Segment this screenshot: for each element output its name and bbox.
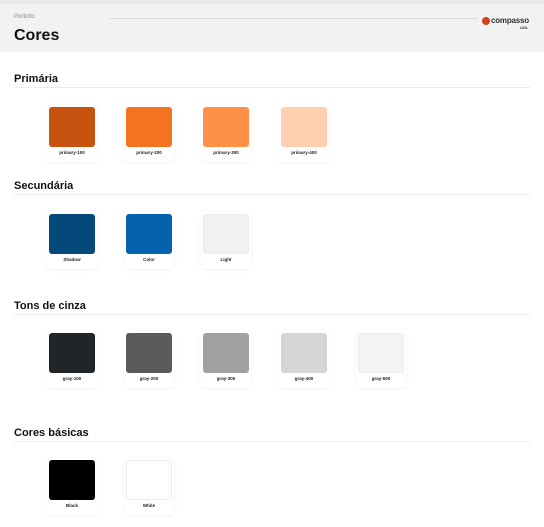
- color-swatch: [49, 214, 95, 254]
- swatch-label: gray-100: [62, 376, 82, 381]
- logo-mark-icon: [482, 17, 490, 25]
- swatch-label: primary-100: [59, 150, 85, 155]
- color-swatch-card[interactable]: primary-200: [124, 105, 174, 162]
- color-swatch-card[interactable]: gray-500: [356, 331, 406, 388]
- swatch-label: primary-200: [136, 150, 162, 155]
- section-title: Tons de cinza: [14, 300, 86, 312]
- page-title: Cores: [14, 27, 60, 44]
- color-swatch: [203, 107, 249, 147]
- color-swatch-card[interactable]: White: [124, 458, 174, 515]
- swatch-label: primary-300: [213, 150, 239, 155]
- section-title: Cores básicas: [14, 427, 89, 439]
- swatch-label: gray-400: [294, 376, 314, 381]
- swatch-label: gray-200: [139, 376, 159, 381]
- color-swatch: [281, 333, 327, 373]
- section-title: Secundária: [14, 180, 74, 192]
- color-swatch-card[interactable]: gray-100: [47, 331, 97, 388]
- color-swatch-card[interactable]: primary-300: [201, 105, 251, 162]
- section-divider: [14, 441, 530, 442]
- color-swatch: [126, 214, 172, 254]
- color-swatch-card[interactable]: gray-400: [279, 331, 329, 388]
- color-swatch-card[interactable]: gray-300: [201, 331, 251, 388]
- color-swatch: [49, 107, 95, 147]
- swatch-label: Color: [143, 257, 155, 262]
- color-swatch: [281, 107, 327, 147]
- color-swatch-card[interactable]: Light: [201, 212, 251, 269]
- swatch-label: gray-300: [216, 376, 236, 381]
- swatch-label: primary-400: [291, 150, 317, 155]
- color-swatch-card[interactable]: gray-200: [124, 331, 174, 388]
- color-swatch-card[interactable]: Shadow: [47, 212, 97, 269]
- section-divider: [14, 87, 530, 88]
- logo-text: compasso: [491, 16, 529, 25]
- color-swatch: [203, 214, 249, 254]
- color-swatch: [126, 333, 172, 373]
- section-divider: [14, 314, 530, 315]
- section-divider: [14, 194, 530, 195]
- swatch-label: gray-500: [371, 376, 391, 381]
- swatch-label: Light: [220, 257, 232, 262]
- swatch-label: Shadow: [63, 257, 81, 262]
- logo-subtext: UOL: [520, 25, 529, 30]
- color-swatch-card[interactable]: primary-100: [47, 105, 97, 162]
- color-swatch: [49, 460, 95, 500]
- swatch-label: White: [142, 503, 156, 508]
- header-divider: [110, 18, 478, 19]
- color-swatch: [203, 333, 249, 373]
- color-swatch-card[interactable]: Black: [47, 458, 97, 515]
- color-swatch: [358, 333, 404, 373]
- breadcrumb[interactable]: Portinfo: [14, 14, 35, 20]
- brand-logo[interactable]: compasso UOL: [482, 14, 532, 32]
- color-swatch-card[interactable]: primary-400: [279, 105, 329, 162]
- page-header: Portinfo Cores compasso UOL: [0, 4, 544, 52]
- color-swatch-card[interactable]: Color: [124, 212, 174, 269]
- color-swatch: [126, 460, 172, 500]
- color-swatch: [126, 107, 172, 147]
- swatch-label: Black: [65, 503, 78, 508]
- color-swatch: [49, 333, 95, 373]
- section-title: Primária: [14, 73, 59, 85]
